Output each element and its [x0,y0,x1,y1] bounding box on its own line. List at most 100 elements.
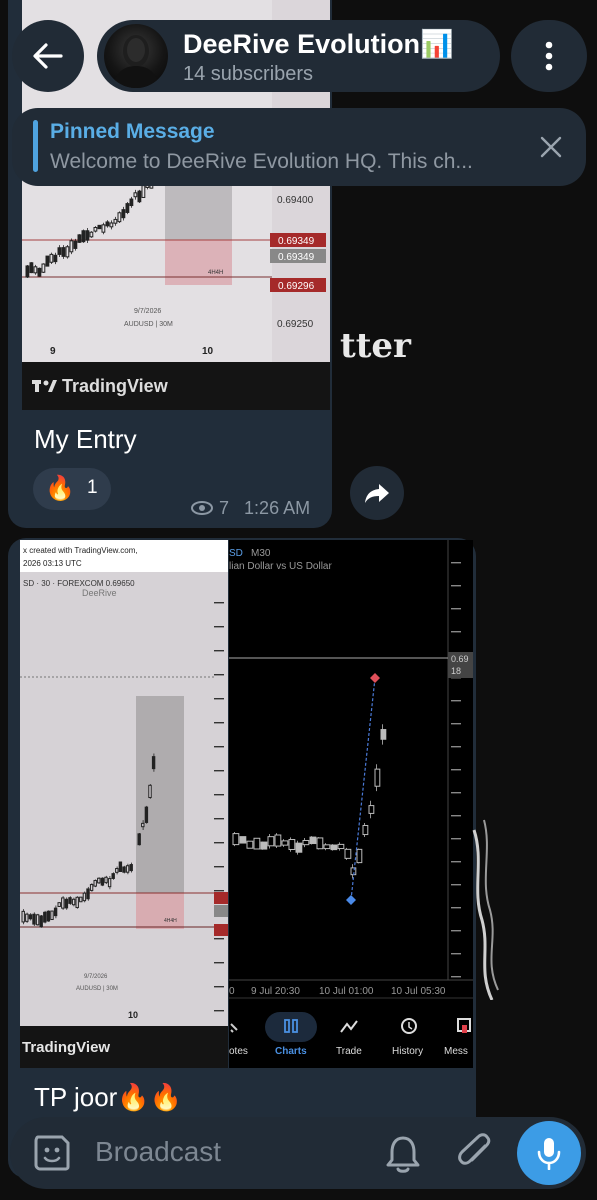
candle-body [21,910,25,923]
axis-tick [214,1010,224,1012]
channel-avatar[interactable] [104,24,168,88]
candle-body [104,876,108,884]
candle-body [232,833,240,846]
pinned-indicator [33,120,38,172]
axis-tick [451,838,461,840]
notifications-button[interactable] [385,1134,421,1179]
candle-body [32,913,36,925]
axis-tick [451,930,461,932]
candle-body [121,209,126,219]
axis-tick [451,976,461,978]
candle-body [49,253,54,263]
axis-tick [214,722,224,724]
chart-header: x created with TradingView.com, [23,546,138,555]
candle-body [101,224,106,233]
axis-tick [214,866,224,868]
axis-tick [451,723,461,725]
candle-body [141,822,145,828]
candle-body [46,910,51,922]
attach-button[interactable] [455,1132,495,1179]
paperclip-icon [458,1133,491,1165]
axis-tick [214,770,224,772]
axis-tick [214,698,224,700]
message-caption: My Entry [34,424,137,454]
candle-body [288,839,296,850]
nav-label: Mess [444,1046,468,1057]
candle-body [323,844,331,850]
more-options-button[interactable] [511,20,587,92]
candle-body [151,756,156,770]
candle-body [356,848,363,864]
candle-body [53,254,58,263]
axis-tick [214,842,224,844]
axis-tick [214,818,224,820]
candle-body [137,190,142,203]
candle-body [239,836,247,844]
candle-body [302,839,310,846]
price-label: 0.69349 [278,252,315,263]
views-count: 7 [219,498,230,518]
sticker-button[interactable] [32,1133,72,1178]
axis-tick [214,602,224,604]
chart-ticker: SD · 30 · FOREXCOM 0.69650 [23,579,135,588]
message-time: 1:26 AM [244,498,311,518]
candle-body [75,896,79,909]
chart-timeframe: M30 [251,548,271,559]
candle-body [100,877,105,886]
reaction-chip[interactable]: 🔥 1 [33,468,111,510]
candle-body [141,185,146,198]
bell-icon [386,1136,420,1173]
candle-body [113,218,118,224]
microphone-icon [537,1138,561,1170]
axis-tick [214,890,224,892]
broadcast-input[interactable]: Broadcast [95,1136,221,1168]
axis-tick [214,938,224,940]
x-tick: 10 [128,1010,138,1020]
spread-label: 18 [451,666,461,676]
candle-body [39,915,43,928]
candle-body [65,246,70,258]
chart-image[interactable]: x created with TradingView.com, 2026 03:… [20,540,228,1068]
chart-watermark: DeeRive [82,588,117,598]
chart-emoji: 📊 [420,29,454,59]
price-label: 0.69400 [277,195,314,206]
candle-body [85,230,90,241]
candle-body [117,212,122,223]
forward-button[interactable] [350,466,404,520]
views-eye-icon [191,501,213,515]
candle-body [267,836,275,847]
axis-tick [214,674,224,676]
axis-tick [451,608,461,610]
axis-tick [214,986,224,988]
axis-tick [214,746,224,748]
axis-tick [214,962,224,964]
candle-body [81,230,86,243]
sticker-icon [34,1135,70,1171]
chart-image[interactable]: SD M30 lian Dollar vs US Dollar 0.69 18 … [229,540,473,1068]
back-button[interactable] [12,20,84,92]
candle-body [50,910,54,921]
voice-record-button[interactable] [517,1121,581,1185]
candle-body [93,879,97,887]
close-pinned-button[interactable] [540,136,562,163]
candle-body [107,878,112,888]
candle-body [61,247,66,257]
candle-body [281,840,289,846]
price-label: 0.69296 [278,281,315,292]
box-label: 4H4H [164,918,177,924]
candle-body [69,240,74,253]
candle-body [89,884,94,891]
chart-symbol: AUDUSD | 30M [76,986,118,992]
axis-tick [451,861,461,863]
candle-body [53,907,58,917]
axis-tick [451,792,461,794]
axis-tick [451,631,461,633]
candle-body [45,255,50,267]
candle-body [97,224,102,230]
candle-body [330,844,338,851]
candle-body [57,247,62,255]
candle-body [41,263,46,273]
pinned-text: Welcome to DeeRive Evolution HQ. This ch… [50,150,473,173]
axis-tick [451,746,461,748]
candle-body [89,231,94,238]
